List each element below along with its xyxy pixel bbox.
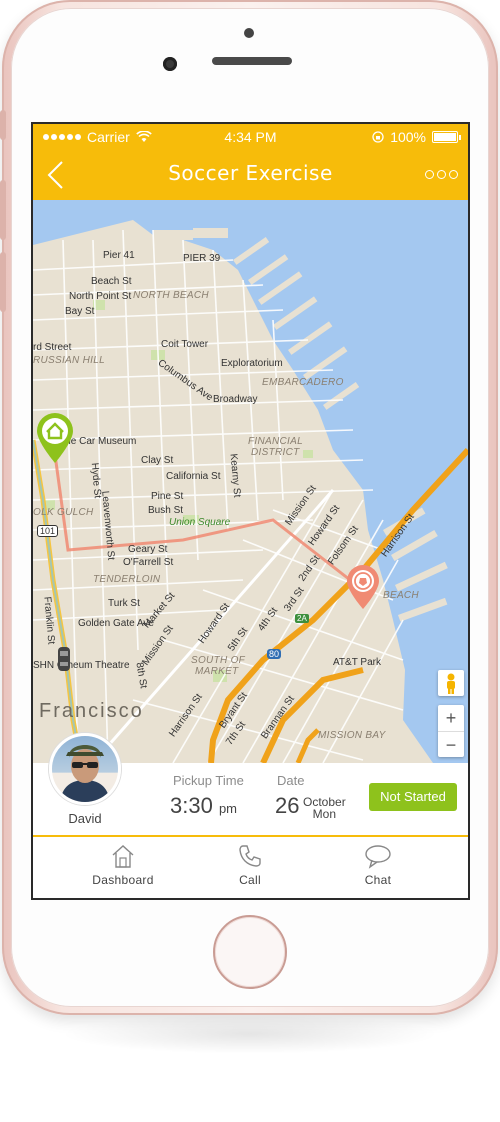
- tab-chat[interactable]: Chat: [323, 843, 433, 887]
- pickup-time-period: pm: [218, 801, 238, 816]
- map-label: EMBARCADERO: [262, 377, 344, 388]
- route-map[interactable]: Pier 41 PIER 39 Beach St North Point St …: [33, 200, 468, 763]
- map-label: rd Street: [33, 342, 72, 353]
- volume-down-button: [0, 252, 6, 312]
- map-label: Exploratorium: [221, 358, 283, 369]
- zoom-in-button[interactable]: +: [438, 705, 464, 731]
- map-label: Pine St: [151, 491, 184, 502]
- mute-switch: [0, 110, 6, 140]
- front-camera: [163, 57, 177, 71]
- map-label: BEACH: [383, 590, 419, 601]
- map-label: SHN O heum Theatre: [33, 660, 130, 671]
- map-label: Bush St: [148, 505, 184, 516]
- map-label: MARKET: [195, 666, 239, 677]
- map-label: RUSSIAN HILL: [33, 355, 105, 366]
- car-icon: [58, 647, 70, 671]
- trip-status-button[interactable]: Not Started: [369, 783, 457, 811]
- map-label: Geary St: [128, 544, 168, 555]
- pickup-time-value: 3:30 pm: [170, 793, 237, 819]
- home-button[interactable]: [213, 915, 287, 989]
- tab-bar: Dashboard Call Chat: [33, 837, 468, 898]
- volume-up-button: [0, 180, 6, 240]
- map-label: Pier 41: [103, 250, 135, 261]
- trip-info-panel: David Pickup Time 3:30 pm Date 26 Octobe…: [33, 733, 468, 837]
- tab-label: Call: [239, 873, 261, 887]
- rotation-lock-icon: [372, 131, 384, 143]
- tab-label: Chat: [364, 873, 392, 887]
- soccer-ball-pin-icon[interactable]: [345, 564, 381, 610]
- map-label: NORTH BEACH: [133, 290, 209, 301]
- tab-label: Dashboard: [92, 873, 154, 887]
- map-label: DISTRICT: [251, 447, 300, 458]
- phone-icon: [239, 845, 261, 867]
- nav-bar: Soccer Exercise: [33, 150, 468, 200]
- map-label: TENDERLOIN: [93, 574, 161, 585]
- earpiece-speaker: [212, 57, 292, 65]
- avatar[interactable]: [49, 733, 121, 805]
- street-view-pegman-icon[interactable]: [438, 670, 464, 696]
- highway-101-shield: 101: [37, 525, 59, 537]
- date-month-weekday: October Mon: [303, 796, 346, 820]
- pickup-time-hours: 3:30: [170, 793, 213, 818]
- date-day: 26: [275, 793, 300, 818]
- page-title: Soccer Exercise: [168, 161, 333, 185]
- battery-icon: [432, 131, 461, 143]
- map-label: Bay St: [65, 306, 95, 317]
- zoom-out-button[interactable]: −: [438, 732, 464, 758]
- pickup-time-label: Pickup Time: [173, 773, 244, 788]
- chat-bubble-icon: [365, 845, 391, 869]
- map-label: Turk St: [108, 598, 140, 609]
- map-label: OLK GULCH: [33, 507, 94, 518]
- map-label: Union Square: [169, 517, 231, 528]
- battery-percent: 100%: [390, 129, 426, 145]
- driver-name: David: [68, 811, 102, 826]
- phone-shadow: [60, 1014, 440, 1054]
- tab-call[interactable]: Call: [195, 843, 305, 887]
- front-sensor: [244, 28, 254, 38]
- map-label: California St: [166, 471, 221, 482]
- map-label: Beach St: [91, 276, 132, 287]
- exit-2a-sign: 2A: [295, 614, 309, 623]
- highway-80-shield: 80: [267, 649, 282, 659]
- tab-dashboard[interactable]: Dashboard: [68, 843, 178, 887]
- map-label: North Point St: [69, 291, 132, 302]
- date-label: Date: [277, 773, 305, 788]
- map-label: Broadway: [213, 394, 258, 405]
- map-label: O'Farrell St: [123, 557, 174, 568]
- map-label: AT&T Park: [333, 657, 381, 668]
- map-label: Clay St: [141, 455, 174, 466]
- more-dots-icon[interactable]: [425, 170, 458, 179]
- map-label: FINANCIAL: [248, 436, 303, 447]
- home-pin-icon[interactable]: [35, 412, 75, 464]
- map-label: PIER 39: [183, 253, 221, 264]
- map-label: SOUTH OF: [191, 655, 246, 666]
- zoom-control: + −: [438, 705, 464, 757]
- map-label: Francisco: [39, 700, 144, 722]
- house-icon: [112, 845, 134, 868]
- date-weekday: Mon: [312, 807, 337, 821]
- app-screen: Carrier 4:34 PM 100% Soccer Exercise Pie…: [31, 122, 470, 900]
- map-label: Coit Tower: [161, 339, 209, 350]
- status-bar: Carrier 4:34 PM 100%: [33, 124, 468, 150]
- map-label: MISSION BAY: [318, 730, 386, 741]
